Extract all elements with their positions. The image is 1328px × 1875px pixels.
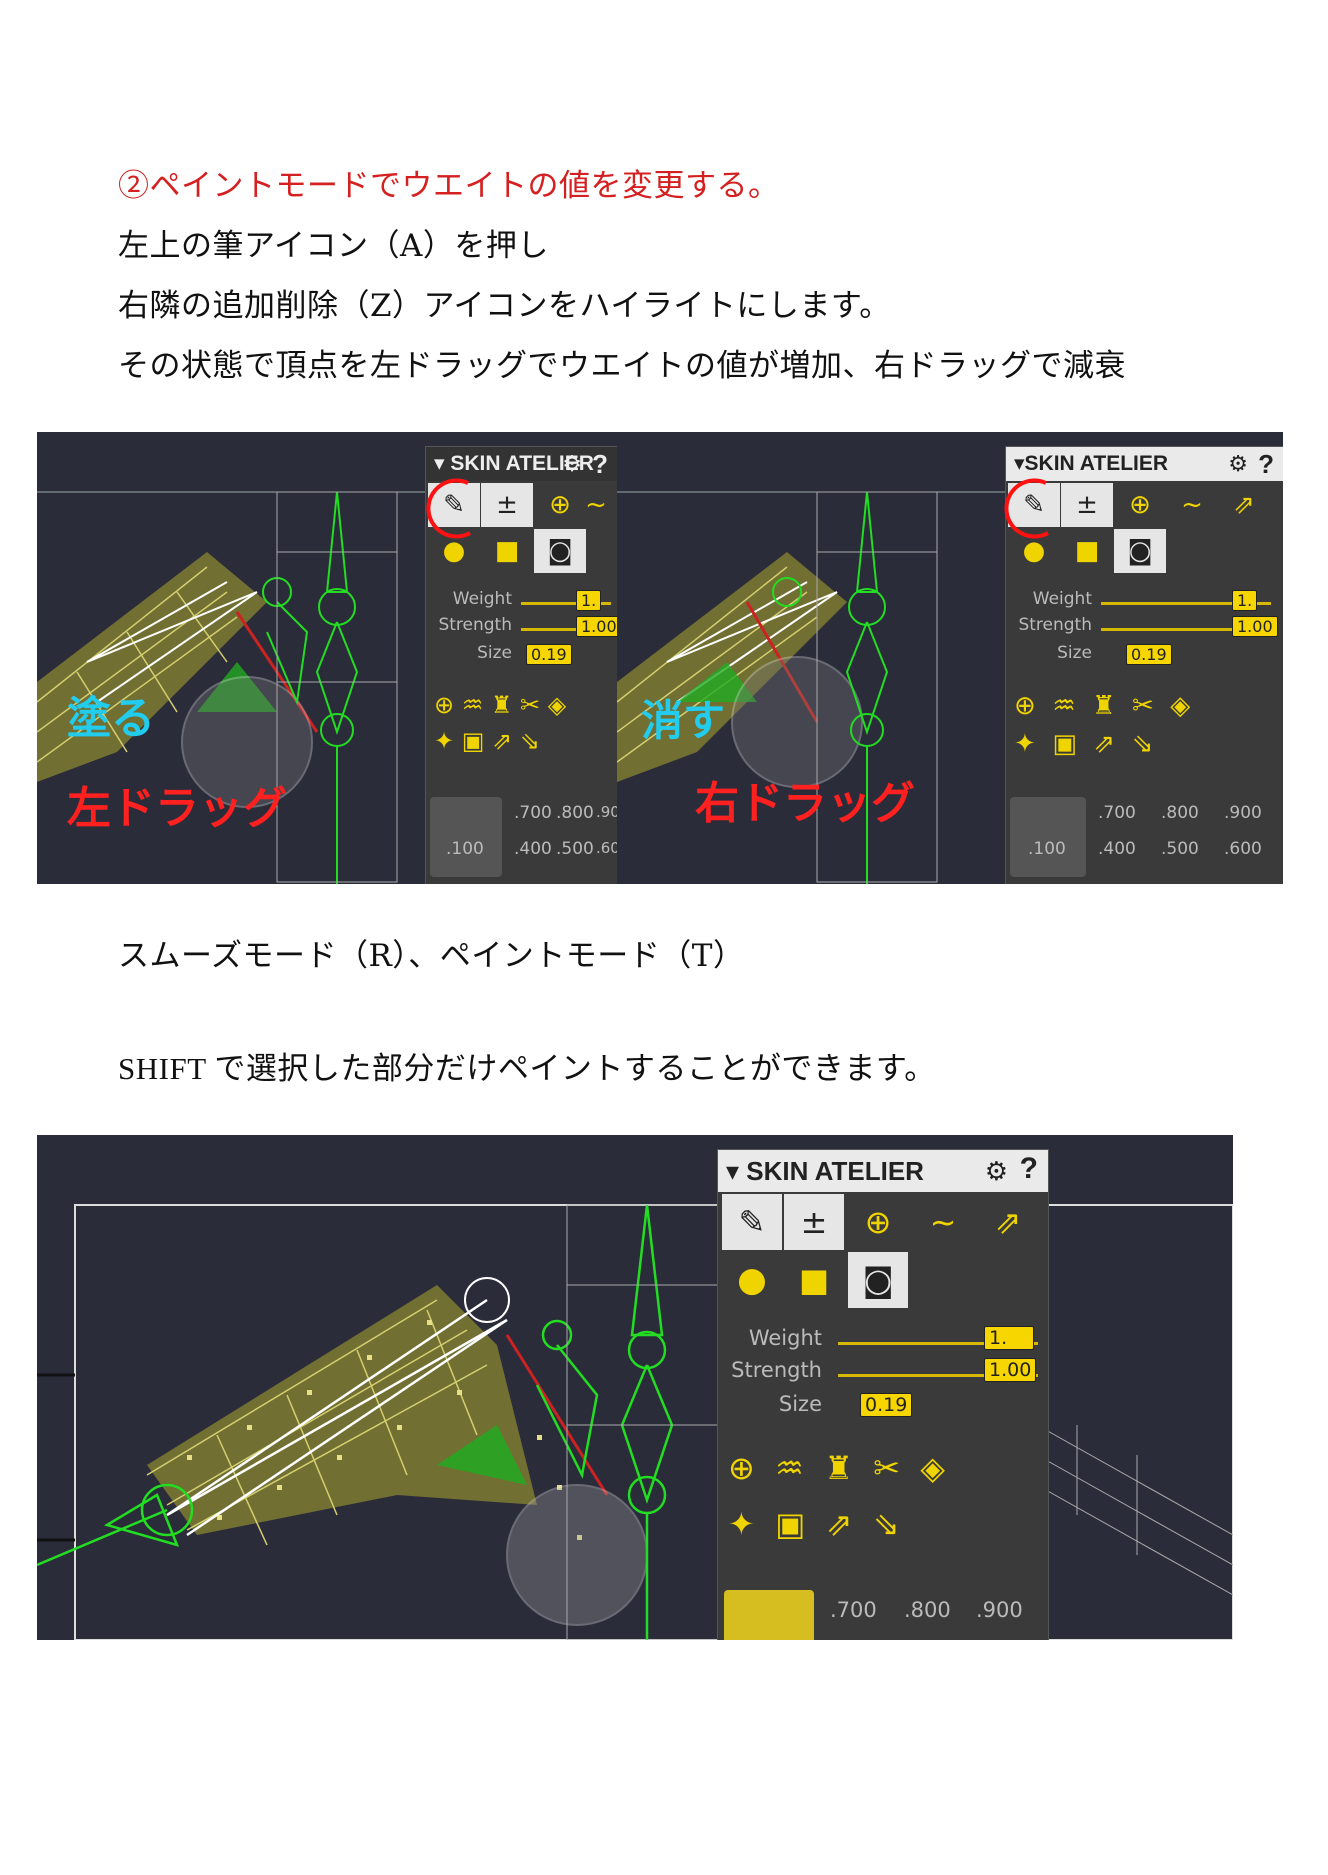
strength-label: Strength (438, 615, 512, 635)
preset-900[interactable]: .900 (596, 803, 617, 821)
strength-value[interactable]: 1.00 (1232, 616, 1278, 637)
camera-icon[interactable]: ◙ (848, 1252, 908, 1308)
weight-swatch[interactable] (430, 797, 502, 877)
strength-value[interactable]: 1.00 (984, 1358, 1037, 1382)
weight-value[interactable]: 1. (576, 590, 602, 611)
preset-400[interactable]: .400 (1098, 839, 1136, 859)
preset-100[interactable]: .100 (1028, 839, 1066, 859)
gear-icon[interactable]: ⚙ (562, 451, 582, 477)
skin-atelier-panel-2: ▾SKIN ATELIER ⚙ ? ✎ ± ⊕ ~ ⇗ ● ■ ◙ Weight… (1004, 446, 1283, 884)
skin-atelier-panel-3: ▾ SKIN ATELIER ⚙ ? ✎ ± ⊕ ~ ⇗ ● ■ ◙ Weigh… (717, 1149, 1049, 1640)
size-value[interactable]: 0.19 (526, 644, 572, 665)
panel-header-2: ▾SKIN ATELIER ⚙ ? (1006, 447, 1283, 481)
size-value[interactable]: 0.19 (860, 1393, 913, 1417)
square-brush-icon[interactable]: ■ (784, 1252, 844, 1308)
weight-label: Weight (452, 589, 512, 609)
weight-value[interactable]: 1. (984, 1326, 1034, 1350)
add-remove-icon[interactable]: ± (784, 1194, 844, 1250)
preset-500[interactable]: .500 (1161, 839, 1199, 859)
preset-100[interactable]: .100 (446, 839, 484, 859)
preset-700[interactable]: .700 (830, 1598, 877, 1622)
panel-title-2: ▾SKIN ATELIER (1014, 452, 1169, 475)
preset-800[interactable]: .800 (904, 1598, 951, 1622)
weight-label: Weight (1032, 589, 1092, 609)
red-circle-mark (1004, 478, 1049, 539)
strength-label: Strength (1018, 615, 1092, 635)
panel-header: ▾ SKIN ATELIER ⚙ ? (426, 447, 617, 481)
weight-tool-icons[interactable]: ⊕ ♒ ♜ ✂ ◈ ✦ ▣ ⇗ ⇘ (1014, 687, 1274, 797)
square-brush-icon[interactable]: ■ (481, 529, 533, 573)
preset-400[interactable]: .400 (514, 839, 552, 859)
preset-700[interactable]: .700 (1098, 803, 1136, 823)
pick-icon[interactable]: ⇗ (1218, 483, 1270, 527)
weight-swatch[interactable] (724, 1590, 814, 1640)
heading-paint-mode: ②ペイントモードでウエイトの値を変更する。 (118, 168, 780, 204)
shift-select-line: SHIFT で選択した部分だけペイントすることができます。 (118, 1051, 936, 1086)
target-icon[interactable]: ⊕ (1114, 483, 1166, 527)
strength-value[interactable]: 1.00 (576, 616, 617, 637)
pick-icon[interactable]: ⇗ (978, 1194, 1038, 1250)
size-label: Size (477, 643, 512, 663)
add-remove-icon[interactable]: ± (1061, 483, 1113, 527)
annotation-paint: 塗る (67, 693, 155, 744)
size-value[interactable]: 0.19 (1126, 644, 1172, 665)
target-icon[interactable]: ⊕ (848, 1194, 908, 1250)
help-icon[interactable]: ? (592, 449, 608, 480)
screenshot-paint-select: ▾ SKIN ATELIER ⚙ ? ✎ ± ⊕ ~ ⇗ ● ■ ◙ Weigh… (37, 1135, 1233, 1640)
screenshot-paint-right: 消す 右ドラッグ ▾SKIN ATELIER ⚙ ? ✎ ± ⊕ ~ ⇗ ● ■… (617, 432, 1283, 884)
circle-brush-icon[interactable]: ● (722, 1252, 782, 1308)
red-circle-mark (426, 478, 471, 539)
help-icon[interactable]: ? (1020, 1152, 1038, 1186)
preset-700[interactable]: .700 (514, 803, 552, 823)
smooth-mode-line: スムーズモード（R）、ペイントモード（T） (118, 938, 745, 974)
preset-900[interactable]: .900 (976, 1598, 1023, 1622)
smooth-icon[interactable]: ~ (913, 1194, 973, 1250)
annotation-erase: 消す (641, 696, 726, 745)
gear-icon[interactable]: ⚙ (985, 1156, 1008, 1187)
weight-swatch[interactable] (1010, 797, 1086, 877)
annotation-right-drag: 右ドラッグ (695, 778, 915, 829)
size-label: Size (778, 1392, 822, 1416)
annotation-left-drag: 左ドラッグ (67, 783, 287, 834)
preset-600[interactable]: .600 (596, 839, 617, 857)
viewport-mesh-3 (37, 1204, 1233, 1640)
weight-value[interactable]: 1. (1232, 590, 1258, 611)
skin-atelier-panel: ▾ SKIN ATELIER ⚙ ? ✎ ± ⊕ ~ ● ■ ◙ Weight … (425, 446, 617, 884)
preset-800[interactable]: .800 (556, 803, 594, 823)
camera-icon[interactable]: ◙ (1114, 529, 1166, 573)
instruction-line-1: 左上の筆アイコン（A）を押し (118, 228, 549, 264)
preset-500[interactable]: .500 (556, 839, 594, 859)
smooth-icon[interactable]: ~ (1166, 483, 1218, 527)
help-icon[interactable]: ? (1258, 449, 1274, 480)
panel-header-3: ▾ SKIN ATELIER ⚙ ? (718, 1150, 1048, 1192)
brush-icon[interactable]: ✎ (722, 1194, 782, 1250)
size-label: Size (1057, 643, 1092, 663)
preset-800[interactable]: .800 (1161, 803, 1199, 823)
preset-600[interactable]: .600 (1224, 839, 1262, 859)
instruction-line-2: 右隣の追加削除（Z）アイコンをハイライトにします。 (118, 288, 891, 324)
gear-icon[interactable]: ⚙ (1228, 451, 1248, 477)
weight-label: Weight (748, 1326, 822, 1350)
camera-icon[interactable]: ◙ (534, 529, 586, 573)
weight-tool-icons[interactable]: ⊕ ♒ ♜ ✂ ◈ ✦ ▣ ⇗ ⇘ (434, 687, 610, 797)
screenshot-paint-left: 塗る 左ドラッグ ▾ SKIN ATELIER ⚙ ? ✎ ± ⊕ ~ ● ■ … (37, 432, 617, 884)
panel-title-3: ▾ SKIN ATELIER (726, 1156, 924, 1186)
instruction-line-3: その状態で頂点を左ドラッグでウエイトの値が増加、右ドラッグで減衰 (118, 348, 1126, 384)
strength-label: Strength (731, 1358, 822, 1382)
preset-900[interactable]: .900 (1224, 803, 1262, 823)
square-brush-icon[interactable]: ■ (1061, 529, 1113, 573)
weight-tool-icons[interactable]: ⊕ ♒ ♜ ✂ ◈ ✦ ▣ ⇗ ⇘ (728, 1440, 1038, 1570)
smooth-icon[interactable]: ~ (576, 483, 616, 527)
add-remove-icon[interactable]: ± (481, 483, 533, 527)
